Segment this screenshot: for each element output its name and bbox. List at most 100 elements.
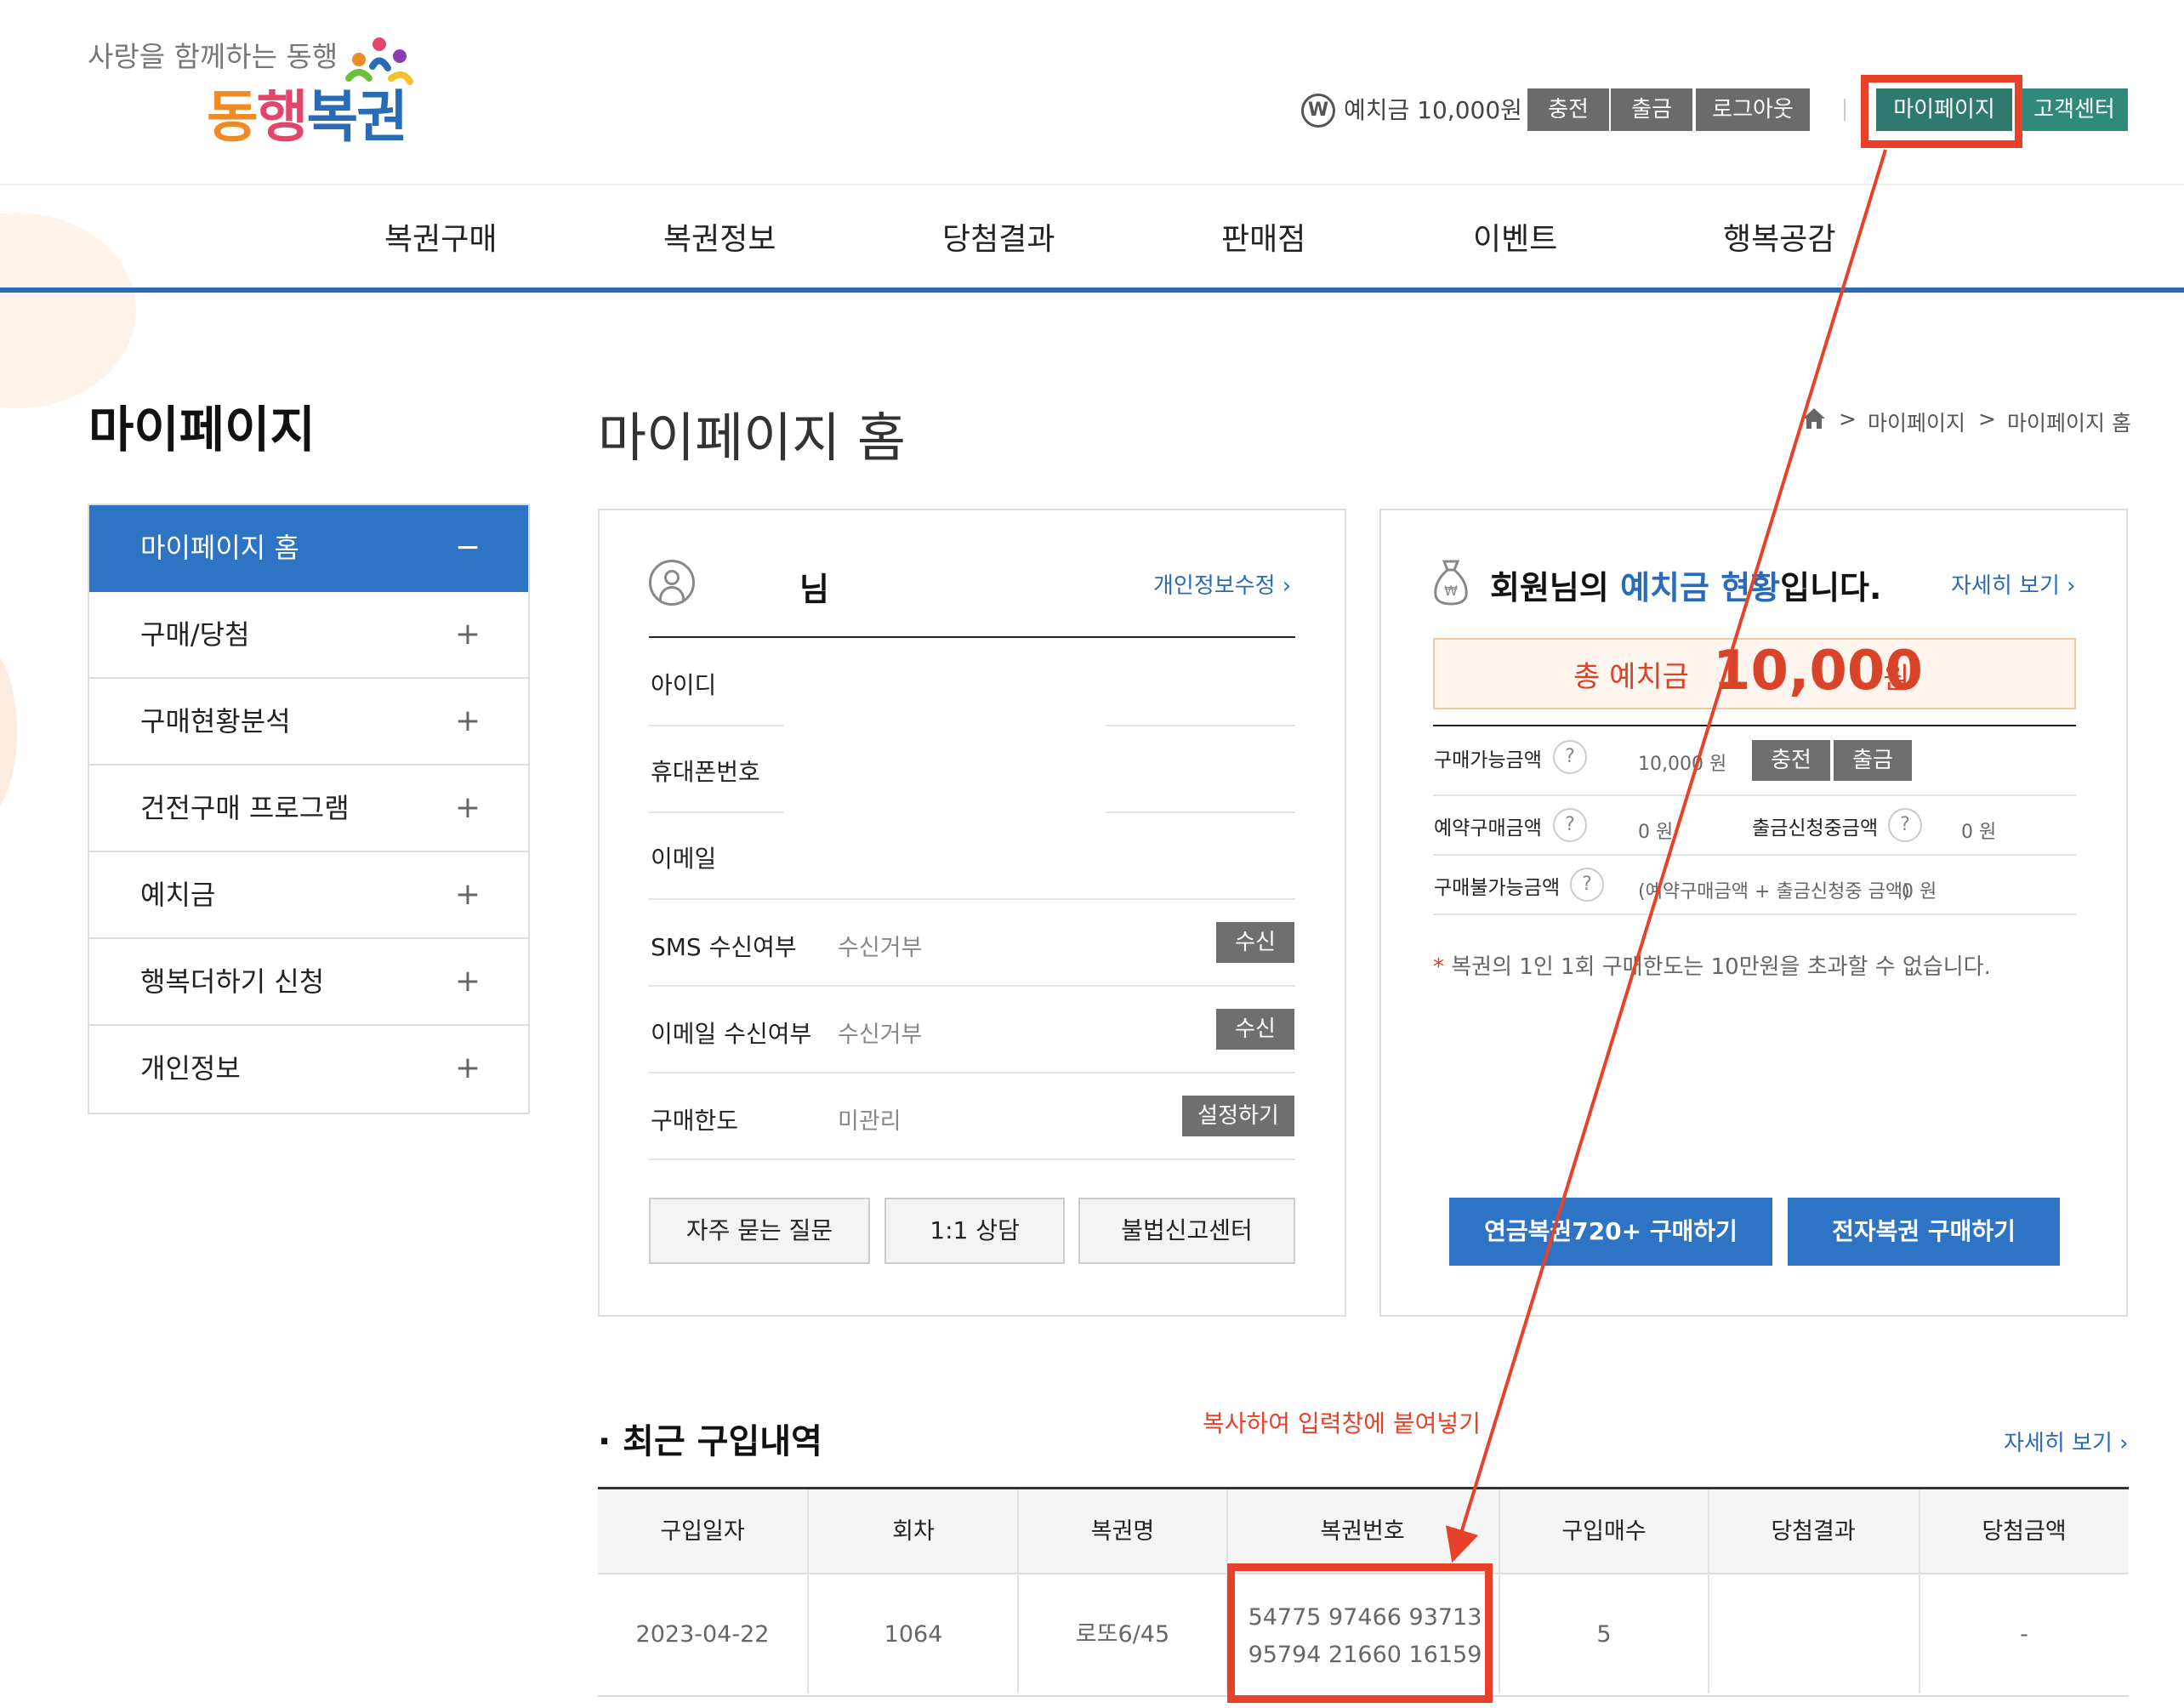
user-icon: [649, 560, 695, 606]
recent-purchases-title: · 최근 구입내역: [598, 1414, 822, 1463]
divider: [649, 1159, 1295, 1160]
draw-round: 1064: [884, 1621, 943, 1648]
won-icon: W: [1301, 94, 1335, 128]
sidebar-item-mypage-home[interactable]: 마이페이지 홈 −: [89, 505, 528, 592]
lottery-name: 로또6/45: [1075, 1621, 1170, 1648]
gnb-item-info[interactable]: 복권정보: [663, 214, 776, 259]
sidebar-item-purchase-win[interactable]: 구매/당첨 +: [89, 592, 528, 679]
sms-value: 수신거부: [838, 935, 923, 961]
purchase-limit-notice: * 복권의 1인 1회 구매한도는 10만원을 초과할 수 없습니다.: [1433, 949, 1991, 981]
email-label: 이메일: [651, 845, 717, 873]
user-name: 님: [799, 571, 829, 608]
email-subscribe-label: 이메일 수신여부: [651, 1020, 812, 1048]
sidebar-item-happiness-apply[interactable]: 행복더하기 신청 +: [89, 939, 528, 1026]
sidebar-item-label: 구매현황분석: [140, 705, 291, 737]
column-header: 회차: [892, 1518, 935, 1545]
logo-part: 동: [207, 84, 259, 150]
sidebar-item-deposit[interactable]: 예치금 +: [89, 852, 528, 939]
deposit-charge-button[interactable]: 충전: [1752, 740, 1830, 781]
purchase-count: 5: [1596, 1621, 1612, 1648]
deposit-panel: [1379, 509, 2128, 1317]
breadcrumb-separator: >: [1978, 407, 1996, 431]
gnb-item-buy[interactable]: 복권구매: [384, 214, 497, 259]
report-center-button[interactable]: 불법신고센터: [1078, 1198, 1295, 1264]
breadcrumb-item[interactable]: 마이페이지: [1868, 407, 1965, 437]
withdraw-pending-label: 출금신청중금액: [1752, 817, 1879, 840]
sidebar-title: 마이페이지: [88, 401, 316, 458]
column-header: 구입매수: [1561, 1518, 1647, 1545]
home-icon[interactable]: [1801, 407, 1827, 430]
logo-part: 행: [256, 84, 309, 150]
gnb-underline: [0, 288, 2184, 293]
help-icon[interactable]: ?: [1888, 808, 1922, 842]
gnb-item-happiness[interactable]: 행복공감: [1723, 214, 1835, 259]
expand-icon: +: [454, 617, 481, 652]
total-deposit-unit: 원: [1883, 662, 1910, 696]
reserved-amount-label: 예약구매금액: [1434, 817, 1542, 840]
divider: [1106, 811, 1295, 813]
sidebar-item-purchase-analysis[interactable]: 구매현황분석 +: [89, 679, 528, 766]
annotation-text: 복사하여 입력창에 붙여넣기: [1203, 1409, 1481, 1438]
divider: [649, 985, 1295, 987]
unavailable-amount-note: (예약구매금액 + 출금신청중 금액): [1638, 881, 1910, 902]
highlight-box: [1861, 75, 2022, 148]
buy-pension-lottery-button[interactable]: 연금복권720+ 구매하기: [1449, 1198, 1772, 1266]
faq-button[interactable]: 자주 묻는 질문: [649, 1198, 870, 1264]
charge-button[interactable]: 충전: [1527, 88, 1609, 131]
sidebar-item-healthy-purchase[interactable]: 건전구매 프로그램 +: [89, 766, 528, 852]
purchase-date: 2023-04-22: [635, 1621, 770, 1648]
divider: [1433, 725, 2076, 726]
deposit-title-pre: 회원님의: [1490, 569, 1621, 606]
set-limit-button[interactable]: 설정하기: [1182, 1096, 1294, 1136]
deposit-withdraw-button[interactable]: 출금: [1834, 740, 1912, 781]
breadcrumb-item: 마이페이지 홈: [2007, 411, 2131, 436]
deposit-more-link[interactable]: 자세히 보기 ›: [1951, 568, 2076, 600]
unavailable-amount-value: 0 원: [1902, 881, 1937, 902]
expand-icon: +: [454, 790, 481, 825]
page-title: 마이페이지 홈: [598, 407, 906, 469]
withdraw-button[interactable]: 출금: [1611, 88, 1692, 131]
purchase-limit-label: 구매한도: [651, 1107, 739, 1135]
help-icon[interactable]: ?: [1553, 808, 1587, 842]
divider: [1844, 99, 1846, 121]
logout-button[interactable]: 로그아웃: [1696, 88, 1810, 131]
column-header: 복권번호: [1320, 1518, 1405, 1545]
breadcrumb-separator: >: [1839, 407, 1857, 431]
deposit-title-post: 입니다.: [1780, 569, 1882, 606]
inquiry-button[interactable]: 1:1 상담: [884, 1198, 1065, 1264]
sidebar-menu: 마이페이지 홈 − 구매/당첨 + 구매현황분석 + 건전구매 프로그램 + 예…: [88, 504, 530, 1114]
reserved-amount-value: 0 원: [1638, 822, 1674, 843]
edit-profile-link[interactable]: 개인정보수정 ›: [1153, 568, 1291, 600]
gnb-item-results[interactable]: 당첨결과: [942, 214, 1055, 259]
sidebar-item-label: 개인정보: [140, 1052, 241, 1085]
gnb-item-stores[interactable]: 판매점: [1221, 214, 1305, 259]
prize-amount: -: [2020, 1621, 2028, 1648]
expand-icon: +: [454, 964, 481, 999]
notice-text: 복권의 1인 1회 구매한도는 10만원을 초과할 수 없습니다.: [1444, 954, 1991, 980]
email-subscribe-button[interactable]: 수신: [1216, 1009, 1294, 1050]
background-decoration: [0, 213, 136, 408]
column-header: 복권명: [1090, 1518, 1155, 1545]
withdraw-pending-value: 0 원: [1961, 822, 1997, 843]
sidebar-item-label: 건전구매 프로그램: [140, 792, 350, 824]
money-bag-icon: ₩: [1434, 560, 1468, 606]
expand-icon: +: [454, 877, 481, 912]
gnb-item-events[interactable]: 이벤트: [1473, 214, 1557, 259]
notice-asterisk: *: [1433, 954, 1444, 980]
buy-electronic-lottery-button[interactable]: 전자복권 구매하기: [1788, 1198, 2060, 1266]
background-decoration: [0, 646, 17, 817]
sms-subscribe-button[interactable]: 수신: [1216, 922, 1294, 963]
customer-center-button[interactable]: 고객센터: [2021, 88, 2128, 131]
sidebar-item-personal-info[interactable]: 개인정보 +: [89, 1026, 528, 1113]
help-icon[interactable]: ?: [1570, 868, 1604, 902]
expand-icon: +: [454, 1050, 481, 1085]
available-amount-label: 구매가능금액: [1434, 749, 1542, 771]
sidebar-item-label: 행복더하기 신청: [140, 965, 325, 998]
divider: [649, 898, 1295, 900]
deposit-title-highlight: 예치금 현황: [1620, 569, 1781, 606]
divider: [649, 1072, 1295, 1073]
divider: [649, 636, 1295, 638]
recent-more-link[interactable]: 자세히 보기 ›: [2004, 1426, 2129, 1457]
help-icon[interactable]: ?: [1553, 740, 1587, 774]
total-deposit-label: 총 예치금: [1573, 660, 1689, 694]
